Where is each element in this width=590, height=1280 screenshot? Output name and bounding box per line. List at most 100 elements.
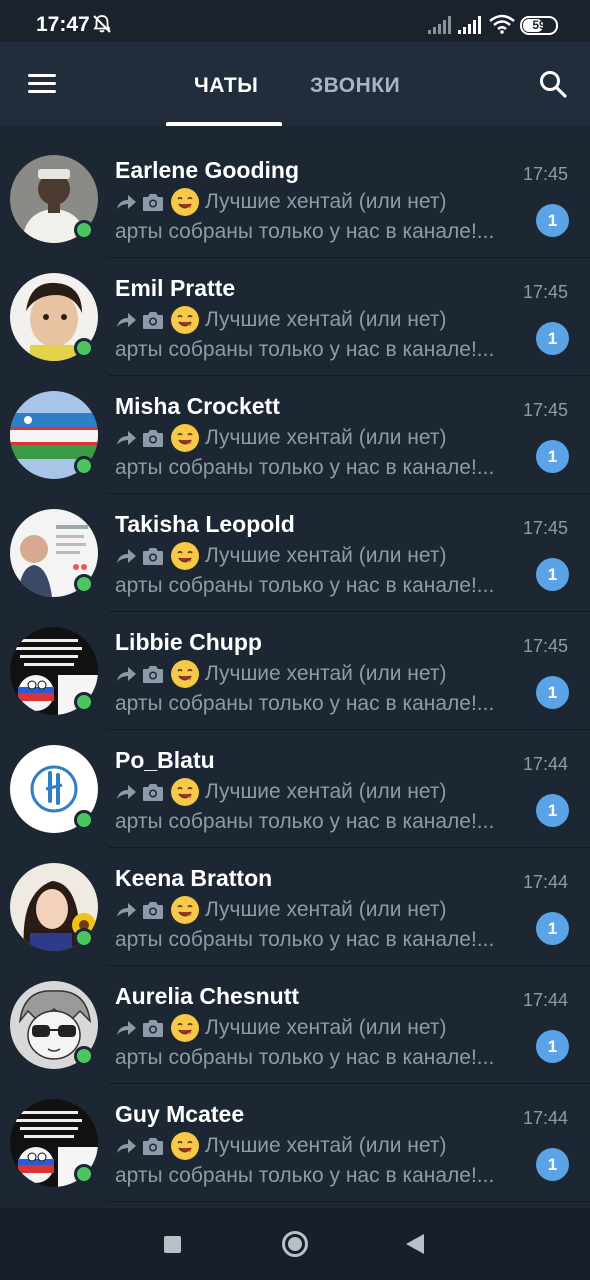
wifi-icon — [489, 14, 515, 34]
online-status-indicator — [74, 1164, 94, 1184]
system-nav-bar — [0, 1208, 590, 1280]
preview-text-continued: арты собраны только у нас в канале!... — [115, 338, 495, 361]
chat-row[interactable]: Libbie Chupp 17:45 Лучшие хентай (или нет)… — [0, 612, 590, 730]
message-preview: Лучшие хентай (или нет) — [115, 1013, 446, 1043]
preview-text-continued: арты собраны только у нас в канале!... — [115, 1046, 495, 1069]
preview-text: Лучшие хентай (или нет) — [205, 1016, 447, 1039]
chat-time: 17:45 — [522, 518, 568, 538]
tab-chats[interactable]: ЧАТЫ — [194, 74, 258, 98]
recents-square-icon[interactable] — [164, 1236, 181, 1253]
preview-text-continued: арты собраны только у нас в канале!... — [115, 692, 495, 715]
preview-text: Лучшие хентай (или нет) — [205, 190, 447, 213]
online-status-indicator — [74, 810, 94, 830]
preview-text: Лучшие хентай (или нет) — [205, 308, 447, 331]
chat-time: 17:45 — [522, 282, 568, 302]
chat-name: Po_Blatu — [115, 747, 215, 773]
online-status-indicator — [74, 456, 94, 476]
forwarded-icon — [117, 313, 136, 327]
unread-count-badge: 1 — [536, 1030, 569, 1063]
photo-icon — [143, 902, 163, 919]
search-icon[interactable] — [538, 69, 568, 99]
online-status-indicator — [74, 574, 94, 594]
chat-row[interactable]: Takisha Leopold 17:45 Лучшие хентай (или н… — [0, 494, 590, 612]
smiling-face-emoji-icon — [171, 896, 199, 924]
unread-count-badge: 1 — [536, 794, 569, 827]
smiling-face-emoji-icon — [171, 306, 199, 334]
unread-count-badge: 1 — [536, 558, 569, 591]
status-bar: 17:47 59 — [0, 0, 590, 42]
app-header: ЧАТЫ ЗВОНКИ — [0, 42, 590, 126]
preview-text-continued: арты собраны только у нас в канале!... — [115, 574, 495, 597]
preview-text: Лучшие хентай (или нет) — [205, 898, 447, 921]
online-status-indicator — [74, 1046, 94, 1066]
chat-name: Aurelia Chesnutt — [115, 983, 300, 1009]
online-status-indicator — [74, 338, 94, 358]
smiling-face-emoji-icon — [171, 1014, 199, 1042]
forwarded-icon — [117, 667, 136, 681]
forwarded-icon — [117, 549, 136, 563]
chat-row[interactable]: Guy Mcatee 17:44 Лучшие хентай (или нет) ар… — [0, 1084, 590, 1202]
home-circle-icon[interactable] — [282, 1231, 308, 1257]
online-status-indicator — [74, 928, 94, 948]
message-preview: Лучшие хентай (или нет) — [115, 541, 446, 571]
chat-time: 17:45 — [522, 400, 568, 420]
message-preview: Лучшие хентай (или нет) — [115, 187, 446, 217]
forwarded-icon — [117, 903, 136, 917]
preview-text: Лучшие хентай (или нет) — [205, 1134, 447, 1157]
chat-time: 17:45 — [522, 164, 568, 184]
chat-time: 17:45 — [522, 636, 568, 656]
photo-icon — [143, 312, 163, 329]
chat-name: Earlene Gooding — [115, 157, 300, 183]
chat-row[interactable]: Emil Pratte 17:45 Лучшие хентай (или нет) а… — [0, 258, 590, 376]
preview-text: Лучшие хентай (или нет) — [205, 426, 447, 449]
unread-count-badge: 1 — [536, 322, 569, 355]
tab-indicator — [166, 122, 282, 126]
online-status-indicator — [74, 692, 94, 712]
bell-off-icon — [93, 15, 111, 33]
forwarded-icon — [117, 1021, 136, 1035]
chat-time: 17:44 — [522, 990, 568, 1010]
chat-row[interactable]: Earlene Gooding 17:45 Лучшие хентай (или н… — [0, 140, 590, 258]
preview-text-continued: арты собраны только у нас в канале!... — [115, 928, 495, 951]
message-preview: Лучшие хентай (или нет) — [115, 423, 446, 453]
preview-text-continued: арты собраны только у нас в канале!... — [115, 220, 495, 243]
smiling-face-emoji-icon — [171, 1132, 199, 1160]
signal-icon — [428, 16, 451, 34]
chat-row[interactable]: Keena Bratton 17:44 Лучшие хентай (или нет… — [0, 848, 590, 966]
preview-text-continued: арты собраны только у нас в канале!... — [115, 1164, 495, 1187]
chat-row[interactable]: Misha Crockett 17:45 Лучшие хентай (или не… — [0, 376, 590, 494]
chat-row[interactable]: Po_Blatu 17:44 Лучшие хентай (или нет) арты… — [0, 730, 590, 848]
online-status-indicator — [74, 220, 94, 240]
message-preview: Лучшие хентай (или нет) — [115, 895, 446, 925]
chat-name: Keena Bratton — [115, 865, 273, 891]
menu-icon[interactable] — [28, 74, 56, 94]
smiling-face-emoji-icon — [171, 778, 199, 806]
signal-icon — [458, 16, 481, 34]
message-preview: Лучшие хентай (или нет) — [115, 659, 446, 689]
photo-icon — [143, 548, 163, 565]
smiling-face-emoji-icon — [171, 424, 199, 452]
forwarded-icon — [117, 431, 136, 445]
unread-count-badge: 1 — [536, 676, 569, 709]
tab-calls[interactable]: ЗВОНКИ — [310, 74, 400, 98]
unread-count-badge: 1 — [536, 912, 569, 945]
forwarded-icon — [117, 1139, 136, 1153]
chat-name: Libbie Chupp — [115, 629, 262, 655]
message-preview: Лучшие хентай (или нет) — [115, 1131, 446, 1161]
chat-time: 17:44 — [522, 754, 568, 774]
smiling-face-emoji-icon — [171, 660, 199, 688]
photo-icon — [143, 1138, 163, 1155]
chat-row[interactable]: Aurelia Chesnutt 17:44 Лучшие хентай (или … — [0, 966, 590, 1084]
chat-name: Emil Pratte — [115, 275, 236, 301]
preview-text-continued: арты собраны только у нас в канале!... — [115, 456, 495, 479]
smiling-face-emoji-icon — [171, 542, 199, 570]
back-triangle-icon[interactable] — [406, 1234, 424, 1254]
chat-time: 17:44 — [522, 1108, 568, 1128]
photo-icon — [143, 1020, 163, 1037]
unread-count-badge: 1 — [536, 440, 569, 473]
chat-time: 17:44 — [522, 872, 568, 892]
smiling-face-emoji-icon — [171, 188, 199, 216]
preview-text: Лучшие хентай (или нет) — [205, 544, 447, 567]
unread-count-badge: 1 — [536, 204, 569, 237]
status-time: 17:47 — [36, 13, 90, 36]
